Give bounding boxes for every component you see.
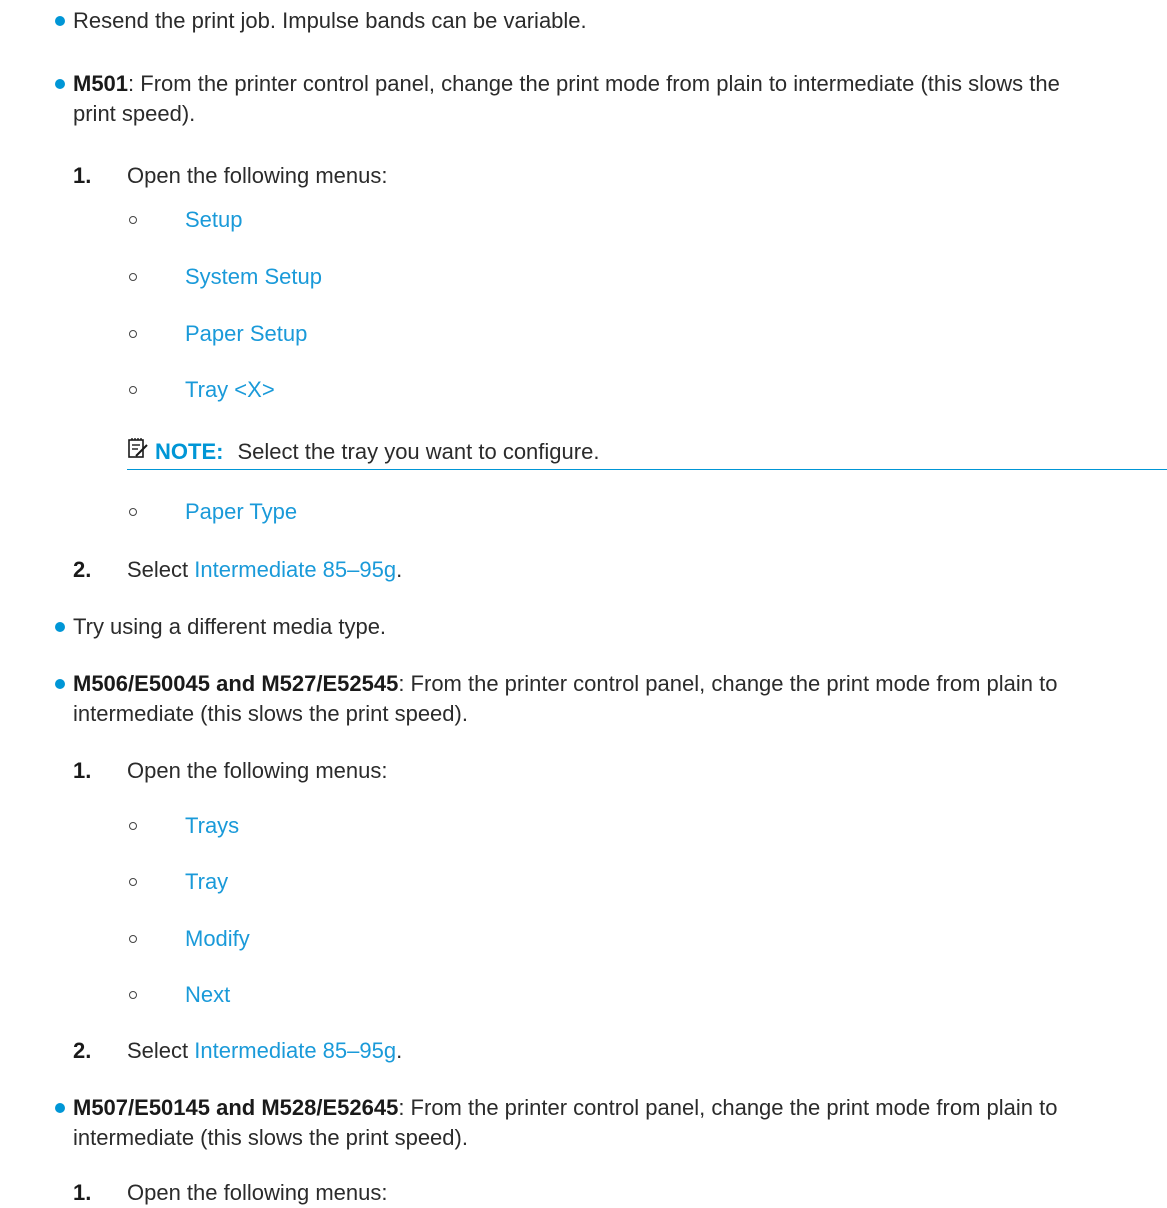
step-text: Open the following menus:: [127, 163, 388, 188]
sub-bullet-marker: [129, 878, 137, 886]
menu-item[interactable]: Paper Type: [185, 497, 297, 527]
bullet-text: Try using a different media type.: [73, 614, 387, 639]
menu-item[interactable]: System Setup: [185, 262, 322, 292]
bullet-marker: [55, 679, 65, 689]
note-divider: [127, 469, 1167, 470]
note-label: NOTE:: [155, 439, 224, 464]
menu-item[interactable]: Setup: [185, 205, 243, 235]
note-icon: [128, 438, 148, 458]
sub-bullet-marker: [129, 330, 137, 338]
step-text: Open the following menus:: [127, 1180, 388, 1205]
bullet-marker: [55, 1103, 65, 1113]
sub-bullet-marker: [129, 508, 137, 516]
bullet-text: M507/E50145 and M528/E52645: From the pr…: [73, 1095, 1058, 1120]
option-link[interactable]: Intermediate 85–95g: [194, 557, 396, 582]
step-number: 1.: [73, 163, 92, 188]
bullet-text-continued: intermediate (this slows the print speed…: [73, 701, 468, 726]
model-name: M507/E50145 and M528/E52645: [73, 1095, 399, 1120]
bullet-marker: [55, 622, 65, 632]
sub-bullet-marker: [129, 935, 137, 943]
bullet-text: M501: From the printer control panel, ch…: [73, 71, 1060, 96]
menu-item[interactable]: Modify: [185, 924, 250, 954]
menu-item[interactable]: Trays: [185, 811, 239, 841]
model-name: M501: [73, 71, 129, 96]
note: NOTE: Select the tray you want to configu…: [155, 437, 599, 467]
bullet-marker: [55, 16, 65, 26]
bullet-text-continued: print speed).: [73, 101, 196, 126]
sub-bullet-marker: [129, 991, 137, 999]
step-text: Open the following menus:: [127, 758, 388, 783]
sub-bullet-marker: [129, 216, 137, 224]
note-text: Select the tray you want to configure.: [237, 439, 600, 464]
sub-bullet-marker: [129, 386, 137, 394]
step-number: 1.: [73, 758, 92, 783]
bullet-text: Resend the print job. Impulse bands can …: [73, 8, 587, 33]
menu-item[interactable]: Tray <X>: [185, 375, 275, 405]
menu-item[interactable]: Tray: [185, 867, 228, 897]
menu-item[interactable]: Paper Setup: [185, 319, 307, 349]
step-number: 2.: [73, 557, 92, 582]
step-number: 1.: [73, 1180, 92, 1205]
sub-bullet-marker: [129, 273, 137, 281]
step-text: Select Intermediate 85–95g.: [127, 1038, 403, 1063]
option-link[interactable]: Intermediate 85–95g: [194, 1038, 396, 1063]
step-text: Select Intermediate 85–95g.: [127, 557, 403, 582]
bullet-text-continued: intermediate (this slows the print speed…: [73, 1125, 468, 1150]
sub-bullet-marker: [129, 822, 137, 830]
step-number: 2.: [73, 1038, 92, 1063]
menu-item[interactable]: Next: [185, 980, 230, 1010]
model-name: M506/E50045 and M527/E52545: [73, 671, 399, 696]
bullet-text: M506/E50045 and M527/E52545: From the pr…: [73, 671, 1058, 696]
bullet-marker: [55, 79, 65, 89]
